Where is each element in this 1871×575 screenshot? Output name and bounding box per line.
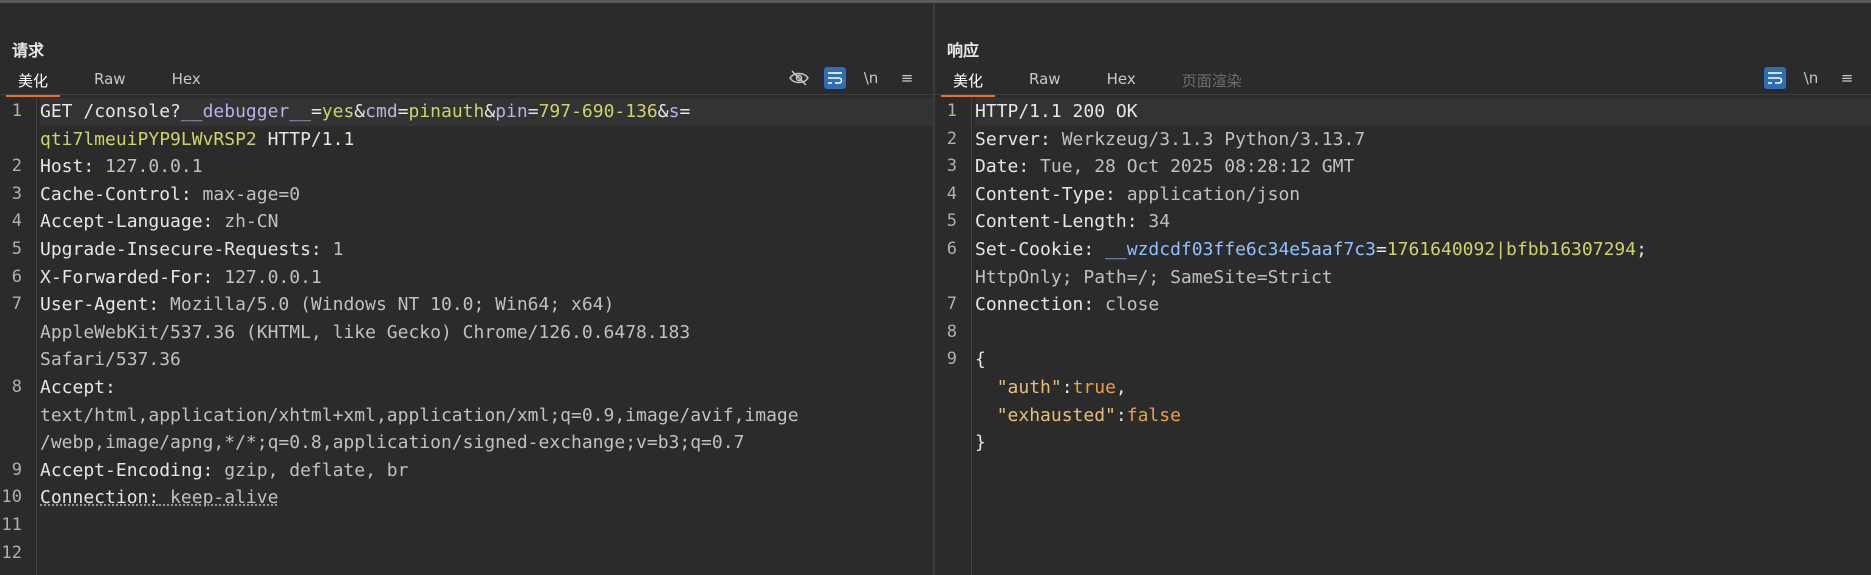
- word-wrap-icon[interactable]: [824, 67, 846, 89]
- response-title: 响应: [947, 41, 980, 60]
- request-tab-hex[interactable]: Hex: [160, 63, 213, 97]
- response-tab-divider: [935, 94, 1871, 95]
- response-tab-hex[interactable]: Hex: [1095, 63, 1148, 97]
- request-editor[interactable]: 1 GET /console?__debugger__=yes&cmd=pina…: [0, 98, 933, 575]
- menu-icon[interactable]: ≡: [1836, 67, 1858, 89]
- request-title: 请求: [12, 41, 45, 60]
- response-tab-render[interactable]: 页面渲染: [1170, 63, 1254, 97]
- request-tabs: 美化 Raw Hex: [6, 63, 235, 97]
- newline-toggle-icon[interactable]: \n: [860, 67, 882, 89]
- request-empty-line: 12: [1, 542, 22, 563]
- request-header-line: 9 Accept-Encoding: gzip, deflate, br: [11, 459, 409, 481]
- response-status-line: 1 HTTP/1.1 200 OK: [935, 98, 1871, 126]
- response-json-body: 9 { "auth":true, "exhausted":false }: [946, 349, 1181, 454]
- response-tab-pretty[interactable]: 美化: [941, 63, 996, 97]
- request-header-line: 4 Accept-Language: zh-CN: [11, 211, 279, 233]
- newline-toggle-icon[interactable]: \n: [1800, 67, 1822, 89]
- request-toolbar: \n ≡: [788, 67, 918, 89]
- request-header-line: 10 Connection: keep-alive: [1, 487, 279, 509]
- request-tab-divider: [0, 94, 933, 95]
- request-header-line: 7 User-Agent: Mozilla/5.0 (Windows NT 10…: [11, 294, 691, 371]
- hide-eye-off-icon[interactable]: [788, 67, 810, 89]
- request-header-line: 8 Accept: text/html,application/xhtml+xm…: [11, 376, 799, 454]
- response-empty-line: 8: [946, 321, 957, 342]
- request-header-line: 5 Upgrade-Insecure-Requests: 1: [11, 238, 344, 260]
- request-header-line: 6 X-Forwarded-For: 127.0.0.1: [11, 266, 322, 288]
- response-tab-raw[interactable]: Raw: [1017, 63, 1073, 97]
- request-tab-pretty[interactable]: 美化: [6, 63, 61, 97]
- request-header-line: 3 Cache-Control: max-age=0: [11, 183, 301, 205]
- menu-icon[interactable]: ≡: [896, 67, 918, 89]
- request-line-1: 1 GET /console?__debugger__=yes&cmd=pina…: [0, 98, 933, 153]
- response-header-line: 2 Server: Werkzeug/3.1.3 Python/3.13.7: [946, 128, 1366, 150]
- response-editor[interactable]: 1 HTTP/1.1 200 OK 2 Server: Werkzeug/3.1…: [935, 98, 1871, 575]
- response-tabs: 美化 Raw Hex 页面渲染: [941, 63, 1276, 97]
- response-toolbar: \n ≡: [1764, 67, 1858, 89]
- request-header-line: 2 Host: 127.0.0.1: [11, 156, 203, 178]
- response-header-line: 4 Content-Type: application/json: [946, 183, 1301, 205]
- request-empty-line: 11: [1, 514, 22, 535]
- response-header-line: 5 Content-Length: 34: [946, 211, 1171, 233]
- request-tab-raw[interactable]: Raw: [82, 63, 138, 97]
- response-header-line: 7 Connection: close: [946, 294, 1160, 316]
- response-set-cookie-line: 6 Set-Cookie: __wzdcdf03ffe6c34e5aaf7c3=…: [946, 238, 1647, 288]
- request-pane: 请求 美化 Raw Hex \n ≡ 1 GET /console?__debu…: [0, 3, 935, 575]
- word-wrap-icon[interactable]: [1764, 67, 1786, 89]
- response-pane: 响应 美化 Raw Hex 页面渲染 \n ≡ 1 HTTP/1.1 200 O…: [935, 3, 1871, 575]
- response-header-line: 3 Date: Tue, 28 Oct 2025 08:28:12 GMT: [946, 156, 1355, 178]
